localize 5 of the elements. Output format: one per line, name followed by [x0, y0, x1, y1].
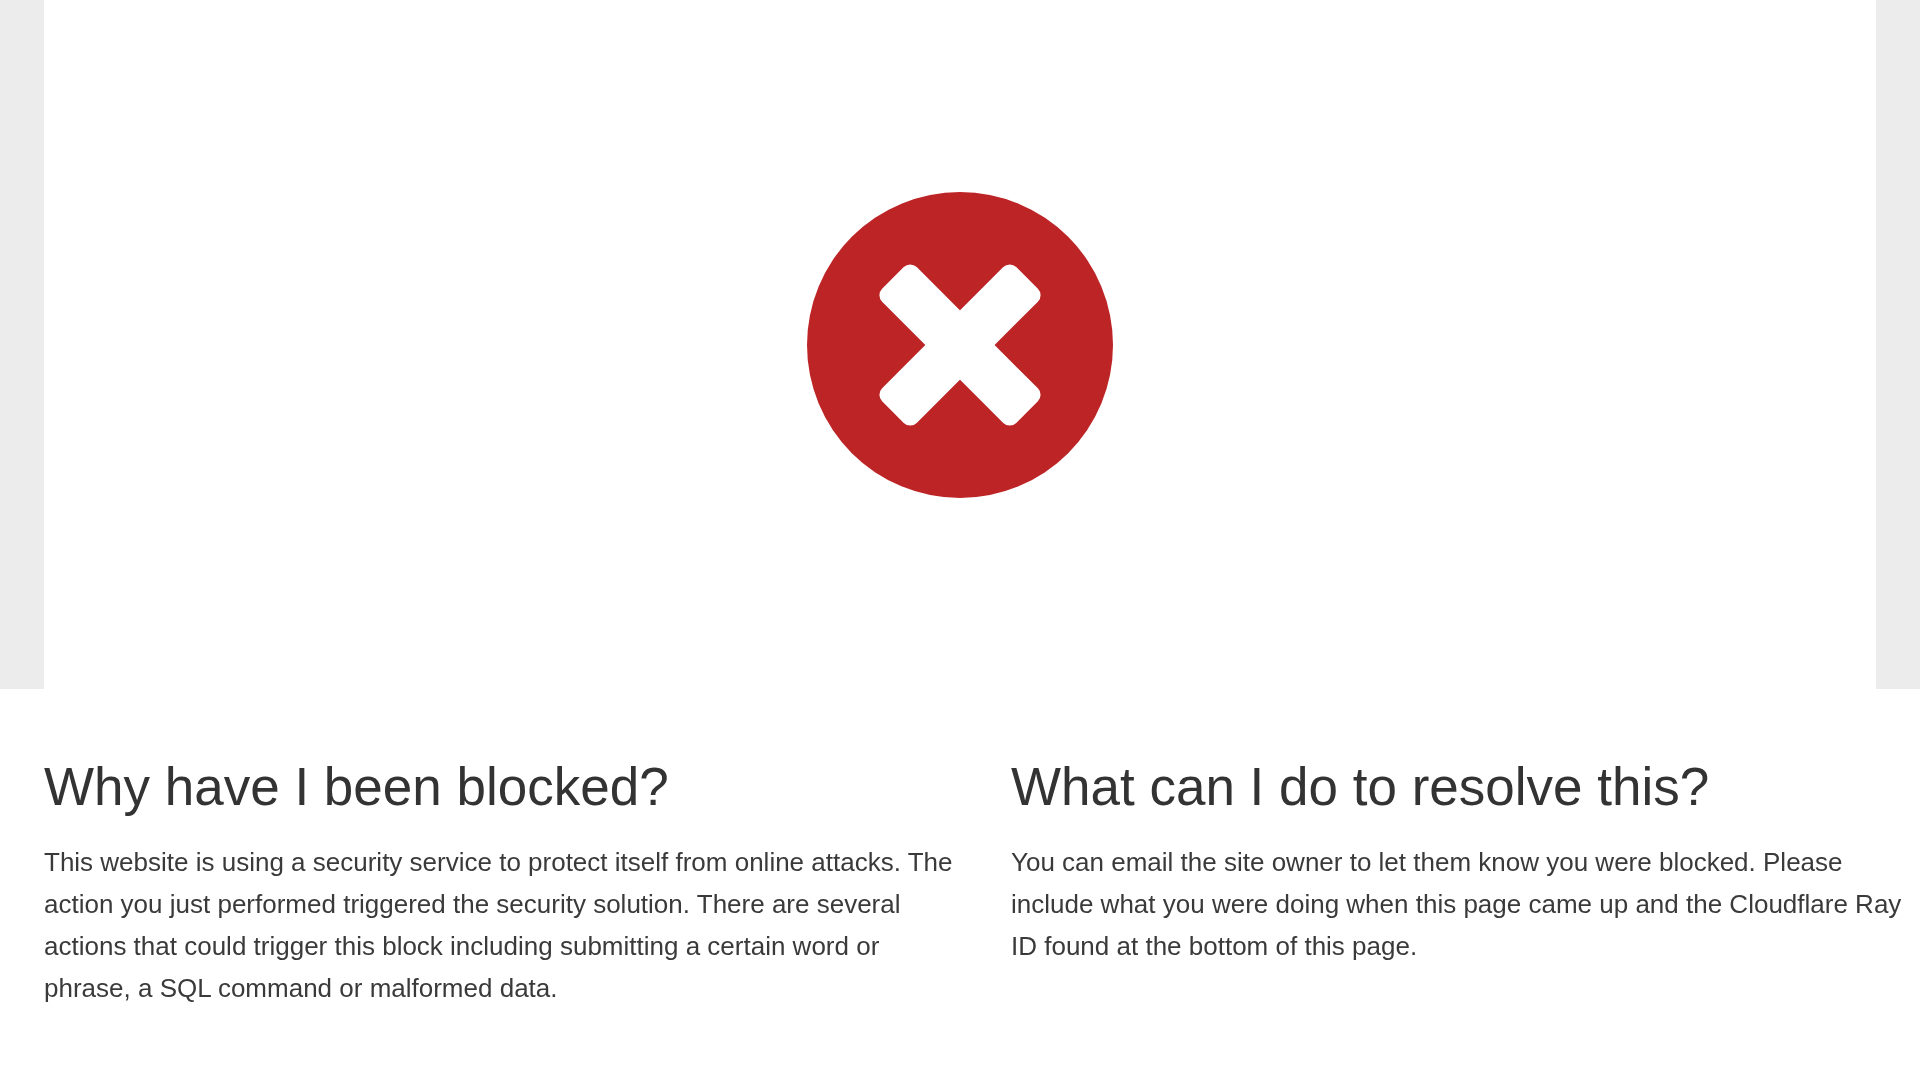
section-heading: What can I do to resolve this? [1011, 756, 1711, 818]
section-heading: Why have I been blocked? [44, 756, 670, 818]
error-icon [807, 191, 1113, 498]
section-paragraph: This website is using a security service to protect itself from online attacks. The action you just performed triggered the security solution. There are several actions that could trigger this block including submitting a certain word or phrase, a SQL command or malformed data. [44, 846, 954, 1005]
section-paragraph: You can email the site owner to let them know you were blocked. Please include what you were doing when this page came up and the Cloudflare Ray ID found at the bottom of this page. [1011, 846, 1903, 963]
